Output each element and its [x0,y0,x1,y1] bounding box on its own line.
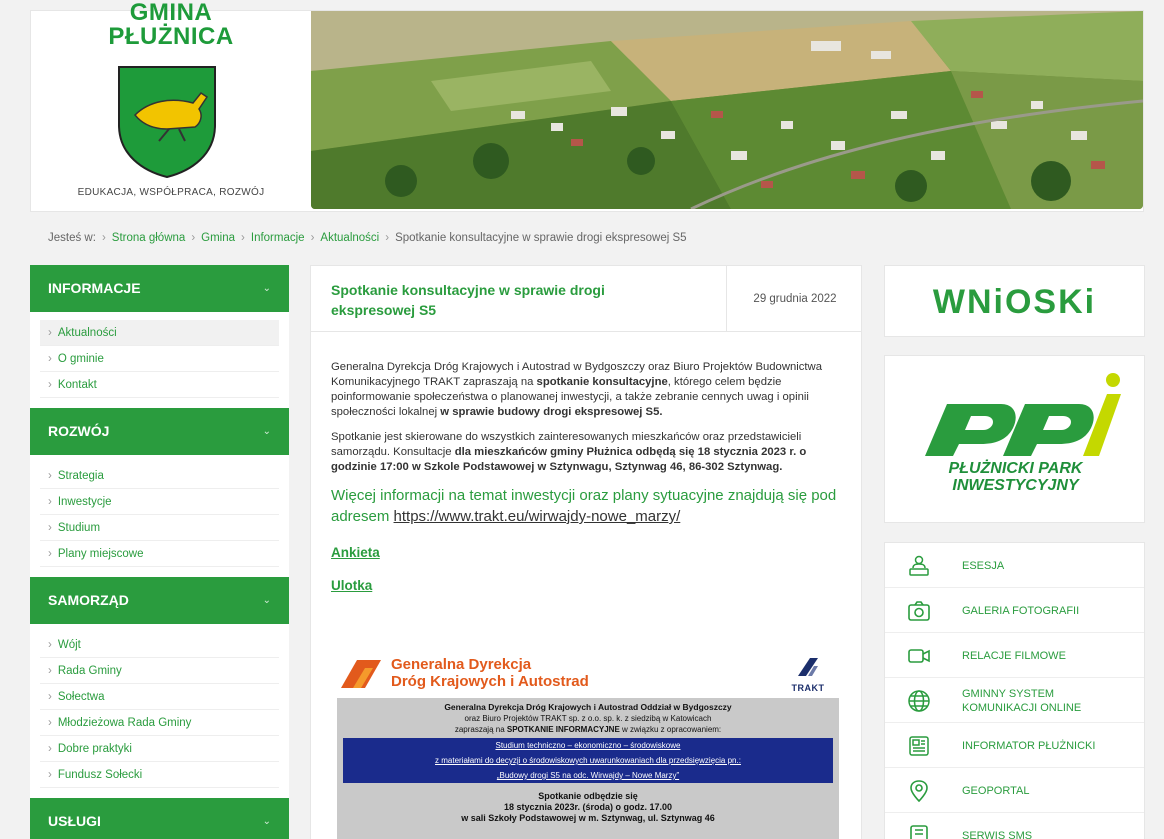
chevron-down-icon: ⌄ [262,283,271,294]
aerial-village-photo [311,11,1143,209]
breadcrumb-current: Spotkanie konsultacyjne w sprawie drogi … [395,232,687,244]
sidebar-item-strategia[interactable]: › Strategia [40,463,279,489]
sidebar-item-fundusz-solecki[interactable]: › Fundusz Sołecki [40,762,279,788]
breadcrumb-home[interactable]: Strona główna [112,232,186,244]
gddka-name: Generalna Dyrekcja Dróg Krajowych i Auto… [391,656,589,690]
ppi-name: PŁUŻNICKI PARK INWESTYCYJNY [948,460,1083,494]
person-podium-icon [909,555,929,576]
gddka-logo-icon [341,660,381,688]
poster-meeting-info: Spotkanie odbędzie się 18 stycznia 2023r… [461,791,715,823]
link-informator[interactable]: INFORMATOR PŁUŻNICKI [885,723,1144,768]
article-title: Spotkanie konsultacyjne w sprawie drogi … [331,282,605,318]
event-poster-image: Generalna Dyrekcja Dróg Krajowych i Auto… [335,656,843,839]
link-serwis-sms[interactable]: SERWIS SMS [885,813,1144,839]
chevron-down-icon: ⌄ [262,816,271,827]
sidebar-item-rada-gminy[interactable]: › Rada Gminy [40,658,279,684]
sidebar-item-inwestycje[interactable]: › Inwestycje [40,489,279,515]
trakt-url-link[interactable]: https://www.trakt.eu/wirwajdy-nowe_marzy… [394,508,681,525]
sidebar-item-kontakt[interactable]: › Kontakt [40,372,279,398]
sidebar-list-informacje: › Aktualności › O gminie › Kontakt [30,312,289,408]
site-header: GMINA PŁUŻNICA EDUKACJA, WSPÓŁPRACA, ROZ… [30,1,1144,212]
trakt-logo-icon [798,658,818,676]
sidebar-list-rozwoj: › Strategia › Inwestycje › Studium › Plany m… [30,455,289,577]
chevron-down-icon: ⌄ [262,595,271,606]
left-sidebar: INFORMACJE ⌄ › Aktualności › O gminie › Kont… [30,265,289,839]
ulotka-link[interactable]: Ulotka [331,578,841,593]
camera-icon [908,601,930,621]
quick-links: ESESJA GALERIA FOTOGRAFII RELACJE FILMOW… [884,542,1145,839]
article-paragraph-1: Generalna Dyrekcja Dróg Krajowych i Auto… [331,361,823,418]
breadcrumb-prefix: Jesteś w: [48,232,96,244]
sidebar-section-rozwoj[interactable]: ROZWÓJ ⌄ [30,408,289,455]
sidebar-item-dobre-praktyki[interactable]: › Dobre praktyki [40,736,279,762]
sidebar-item-mlodziezowa-rada[interactable]: › Młodzieżowa Rada Gminy [40,710,279,736]
coat-of-arms-icon [118,66,216,179]
chevron-down-icon: ⌄ [262,426,271,437]
sidebar-item-wojt[interactable]: › Wójt [40,632,279,658]
globe-icon [908,690,930,712]
ppi-banner[interactable]: PŁUŻNICKI PARK INWESTYCYJNY [884,355,1145,523]
logo-title: GMINA PŁUŻNICA [108,0,234,50]
link-galeria[interactable]: GALERIA FOTOGRAFII [885,588,1144,633]
article-date: 29 grudnia 2022 [726,266,863,332]
sidebar-item-aktualnosci[interactable]: › Aktualności [40,320,279,346]
poster-body: Generalna Dyrekcja Dróg Krajowych i Auto… [337,698,839,839]
sidebar-section-samorzad[interactable]: SAMORZĄD ⌄ [30,577,289,624]
site-logo[interactable]: GMINA PŁUŻNICA EDUKACJA, WSPÓŁPRACA, ROZ… [31,1,311,211]
sidebar-section-uslugi[interactable]: USŁUGI ⌄ [30,798,289,839]
link-relacje[interactable]: RELACJE FILMOWE [885,633,1144,678]
newspaper-icon [909,736,929,756]
sidebar-item-o-gminie[interactable]: › O gminie [40,346,279,372]
poster-project-box: Studium techniczno – ekonomiczno – środo… [343,738,833,783]
breadcrumb-aktualnosci[interactable]: Aktualności [320,232,379,244]
article-header: Spotkanie konsultacyjne w sprawie drogi … [311,266,861,332]
breadcrumb-informacje[interactable]: Informacje [251,232,305,244]
breadcrumb-gmina[interactable]: Gmina [201,232,235,244]
link-gminny-system[interactable]: GMINNY SYSTEM KOMUNIKACJI ONLINE [885,678,1144,723]
link-esesja[interactable]: ESESJA [885,543,1144,588]
trakt-logo: TRAKT [783,656,833,693]
sidebar-item-solectwa[interactable]: › Sołectwa [40,684,279,710]
link-geoportal[interactable]: GEOPORTAL [885,768,1144,813]
more-info-text: Więcej informacji na temat inwestycji or… [331,487,837,525]
ankieta-link[interactable]: Ankieta [331,545,841,560]
ppi-logo-icon [925,373,1121,456]
map-pin-icon [910,780,928,803]
article-paragraph-2: Spotkanie jest skierowane do wszystkich … [331,431,807,473]
sidebar-item-studium[interactable]: › Studium [40,515,279,541]
article: Spotkanie konsultacyjne w sprawie drogi … [310,265,862,839]
phone-icon [910,825,928,839]
video-camera-icon [908,649,930,663]
logo-tagline: EDUKACJA, WSPÓŁPRACA, ROZWÓJ [77,187,265,198]
sidebar-list-samorzad: › Wójt › Rada Gminy › Sołectwa › Młodzieżowa… [30,624,289,798]
breadcrumb: Jesteś w: › Strona główna › Gmina › Informacje… [48,232,687,244]
sidebar-section-informacje[interactable]: INFORMACJE ⌄ [30,265,289,312]
sidebar-item-plany-miejscowe[interactable]: › Plany miejscowe [40,541,279,567]
article-body: Generalna Dyrekcja Dróg Krajowych i Auto… [311,332,861,593]
wnioski-banner[interactable]: WNiOSKi [884,265,1145,337]
